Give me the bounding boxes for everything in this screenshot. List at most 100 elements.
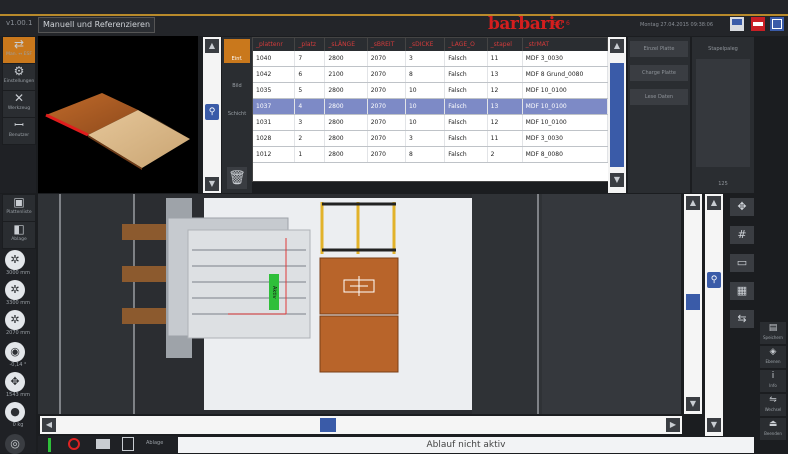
plate-view-icon: ▣ xyxy=(13,195,25,209)
table-row[interactable]: 1031 3 2800 2070 10 Falsch 12 MDF 10_0100 xyxy=(253,114,609,131)
table-row[interactable]: 1012 1 2800 2070 8 Falsch 2 MDF 8_0080 xyxy=(253,146,609,163)
table-cell: 2800 xyxy=(324,146,368,163)
power-icon[interactable]: ◎ xyxy=(5,434,25,454)
calculator-icon[interactable]: ▦ xyxy=(730,282,754,300)
table-cell: 3 xyxy=(405,51,446,67)
save-button[interactable]: ▤ Speichern xyxy=(760,322,786,344)
scroll-down-arrow-icon[interactable]: ▼ xyxy=(686,397,700,411)
close-button[interactable] xyxy=(770,17,784,31)
image-button[interactable]: Bild xyxy=(224,79,250,93)
scroll-down-arrow-icon[interactable]: ▼ xyxy=(205,177,219,191)
machine-layout xyxy=(38,194,681,414)
layers-button[interactable]: ◈ Ebenen xyxy=(760,346,786,368)
column-header[interactable]: _sBREIT xyxy=(367,38,406,51)
column-header[interactable]: _sDICKE xyxy=(405,38,446,51)
table-cell: 2800 xyxy=(324,82,368,99)
move-icon[interactable]: ✥ xyxy=(5,372,25,392)
plate-3d-render xyxy=(45,93,190,170)
table-row[interactable]: 1035 5 2800 2070 10 Falsch 12 MDF 10_0100 xyxy=(253,82,609,99)
exchange-icon: ⇋ xyxy=(769,395,777,405)
read-data-button[interactable]: Lese Daten xyxy=(630,89,688,105)
table-cell: 2800 xyxy=(324,51,368,67)
transfer-icon[interactable]: ⇆ xyxy=(730,310,754,328)
info-button[interactable]: i Info xyxy=(760,370,786,392)
list-scrollbar[interactable]: ▲ ⚲ ▼ xyxy=(203,37,221,193)
scroll-thumb[interactable]: ⚲ xyxy=(707,272,721,288)
batch-plate-button[interactable]: Charge Platte xyxy=(630,65,688,81)
machine-view: Aktiv xyxy=(38,194,681,414)
tool-machine-mode[interactable]: ⇄ Man. ↔ ESF xyxy=(2,36,36,64)
scroll-down-arrow-icon[interactable]: ▼ xyxy=(610,173,624,187)
bottom-toolbar: Ablage xyxy=(38,436,178,453)
move-view-icon[interactable]: ✥ xyxy=(730,198,754,216)
tool-settings[interactable]: ⚙ Einstellungen xyxy=(2,63,36,91)
minimize-button[interactable] xyxy=(730,17,744,31)
table-cell: 2070 xyxy=(367,146,406,163)
window-icon xyxy=(772,19,782,29)
table-cell: 1031 xyxy=(253,114,296,131)
trash-icon[interactable]: 🗑 xyxy=(227,167,247,189)
column-header[interactable]: _strMAT xyxy=(522,38,609,51)
rotate-icon[interactable]: ◉ xyxy=(5,342,25,362)
scroll-right-arrow-icon[interactable]: ▶ xyxy=(666,418,680,432)
table-cell: 1035 xyxy=(253,82,296,99)
column-header[interactable]: _stapel xyxy=(487,38,523,51)
scroll-up-arrow-icon[interactable]: ▲ xyxy=(686,196,700,210)
maximize-button[interactable] xyxy=(751,17,765,31)
layout-button[interactable]: ◧ Ablage xyxy=(2,221,36,249)
scroll-up-arrow-icon[interactable]: ▲ xyxy=(610,39,624,53)
machine-icon: ⇄ xyxy=(13,37,25,51)
layer-button[interactable]: Schicht xyxy=(224,107,250,121)
accent-line xyxy=(0,14,788,16)
document-icon[interactable] xyxy=(122,437,134,451)
tool-users[interactable]: ꟷ Benutzer xyxy=(2,117,36,145)
status-text: Ablauf nicht aktiv xyxy=(178,437,754,453)
maximize-icon xyxy=(753,22,763,26)
table-cell: 1028 xyxy=(253,130,296,147)
view-hscrollbar[interactable]: ◀ ▶ xyxy=(40,416,682,434)
table-cell: 2 xyxy=(487,146,523,163)
view-scrollbar-right[interactable]: ▲ ⚲ ▼ xyxy=(705,194,723,436)
tool-tools[interactable]: ✕ Werkzeug xyxy=(2,90,36,118)
table-row[interactable]: 1040 7 2800 2070 3 Falsch 11 MDF 3_0030 xyxy=(253,51,609,67)
single-plate-button[interactable]: Einzel Platte xyxy=(630,41,688,57)
fan-icon[interactable]: ✲ xyxy=(5,250,25,270)
view-scrollbar-left[interactable]: ▲ ▼ xyxy=(684,194,702,414)
table-cell: 10 xyxy=(405,114,446,131)
mode-label[interactable]: Manuell und Referenzieren xyxy=(38,17,156,33)
exchange-button[interactable]: ⇋ Wechsel xyxy=(760,394,786,416)
fan-icon[interactable]: ✲ xyxy=(5,280,25,300)
column-header[interactable]: _LAGE_O xyxy=(444,38,488,51)
fan-icon[interactable]: ✲ xyxy=(5,310,25,330)
insert-button[interactable]: Einf. xyxy=(224,39,250,63)
scroll-left-arrow-icon[interactable]: ◀ xyxy=(42,418,56,432)
column-header[interactable]: _plattenr xyxy=(253,38,296,51)
scroll-thumb[interactable] xyxy=(320,418,336,432)
weight-icon[interactable]: ● xyxy=(5,402,25,422)
scroll-up-arrow-icon[interactable]: ▲ xyxy=(205,39,219,53)
column-header[interactable]: _sLÄNGE xyxy=(324,38,368,51)
scroll-thumb[interactable] xyxy=(686,294,700,310)
scroll-thumb[interactable] xyxy=(610,63,624,167)
stop-icon[interactable] xyxy=(68,438,80,450)
plate-list-button[interactable]: ▣ Plattenliste xyxy=(2,194,36,222)
table-row[interactable]: 1042 6 2100 2070 8 Falsch 13 MDF 8 Grund_0080 xyxy=(253,66,609,83)
plate-table[interactable]: _plattenr _platz _sLÄNGE _sBREIT _sDICKE… xyxy=(252,37,609,182)
table-row[interactable]: 1028 2 2800 2070 3 Falsch 11 MDF 3_0030 xyxy=(253,130,609,147)
camera-icon[interactable] xyxy=(96,439,110,449)
scroll-down-arrow-icon[interactable]: ▼ xyxy=(707,418,721,432)
start-indicator[interactable] xyxy=(48,438,51,452)
scroll-thumb[interactable]: ⚲ xyxy=(205,104,219,120)
pallet-label: Stapelpaleg xyxy=(708,46,738,52)
table-icon[interactable]: ▭ xyxy=(730,254,754,272)
table-cell: 8 xyxy=(405,146,446,163)
scroll-up-arrow-icon[interactable]: ▲ xyxy=(707,196,721,210)
table-scrollbar[interactable]: ▲ ▼ xyxy=(608,37,626,193)
table-cell: 6 xyxy=(294,66,326,83)
exit-button[interactable]: ⏏ Beenden xyxy=(760,418,786,440)
column-header[interactable]: _platz xyxy=(294,38,326,51)
active-indicator: Aktiv xyxy=(269,274,279,310)
table-row[interactable]: 1037 4 2800 2070 10 Falsch 13 MDF 10_0100 xyxy=(253,98,609,115)
grid-icon[interactable]: # xyxy=(730,226,754,244)
table-cell: 2070 xyxy=(367,66,406,83)
